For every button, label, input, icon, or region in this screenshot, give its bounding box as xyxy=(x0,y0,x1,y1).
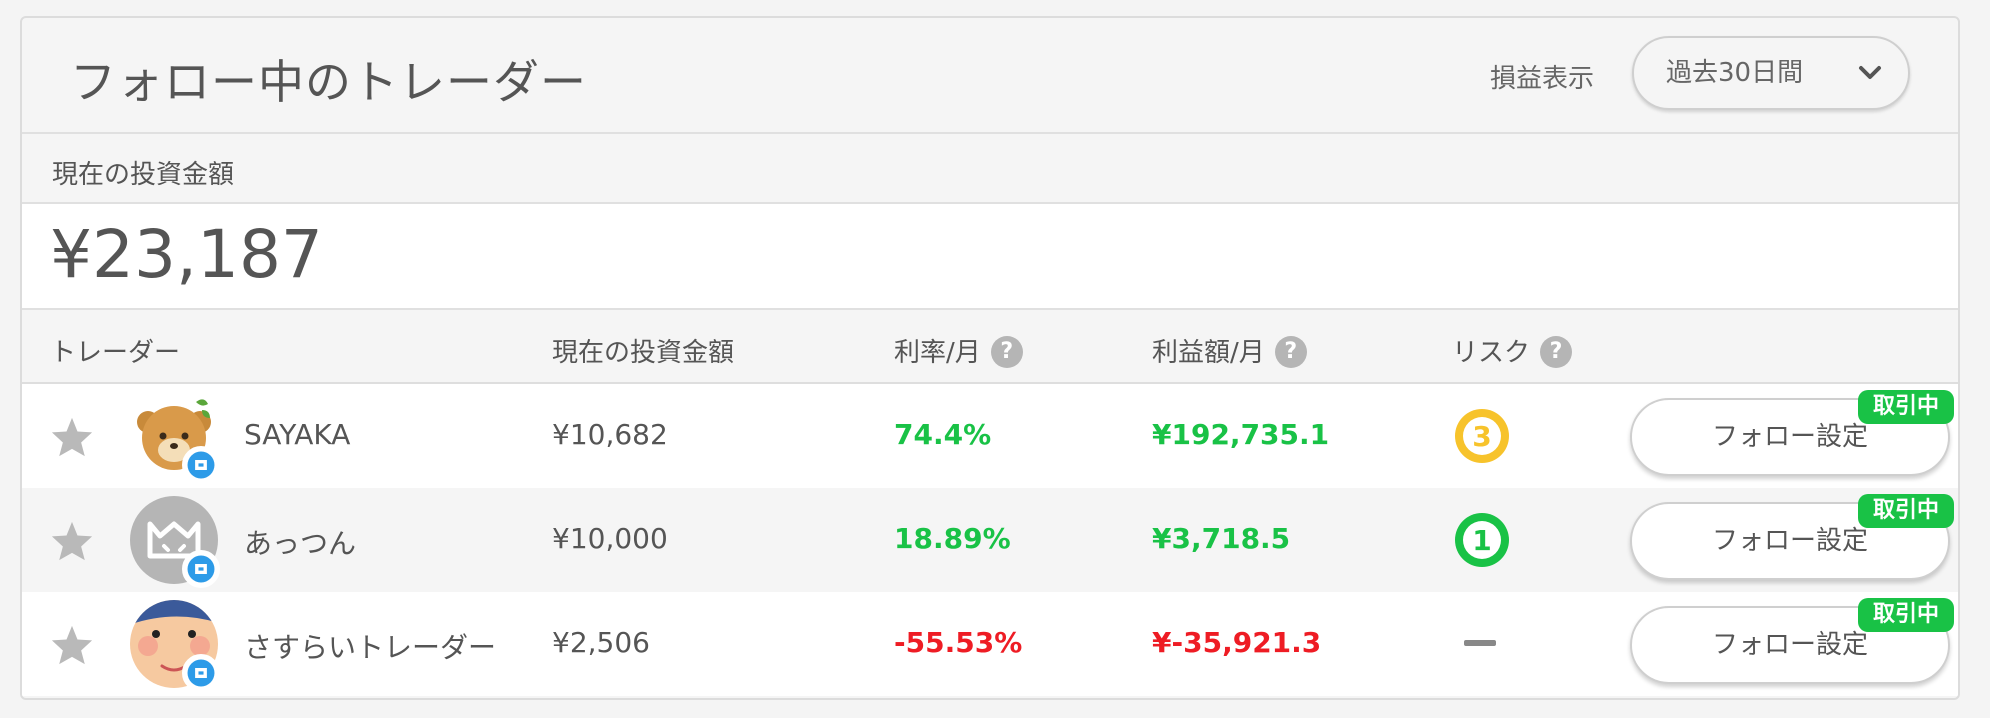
trader-rate: 18.89% xyxy=(894,522,1011,555)
col-profit-label: 利益額/月 xyxy=(1152,338,1265,368)
trader-name[interactable]: あっつん xyxy=(244,522,356,562)
trader-investment: ¥10,682 xyxy=(552,418,668,451)
col-risk-label: リスク xyxy=(1452,338,1531,368)
table-row: さすらいトレーダー ¥2,506 -55.53% ¥-35,921.3 フォロー… xyxy=(22,592,1958,696)
col-risk: リスク? xyxy=(1452,332,1573,370)
col-rate: 利率/月? xyxy=(894,332,1023,370)
investment-total: ¥23,187 xyxy=(50,216,323,293)
profit-help-icon[interactable]: ? xyxy=(1274,335,1307,368)
panel-header: フォロー中のトレーダー 損益表示 過去30日間 xyxy=(22,18,1958,134)
following-traders-panel: フォロー中のトレーダー 損益表示 過去30日間 現在の投資金額 ¥23,187 … xyxy=(20,16,1960,700)
table-row: あっつん ¥10,000 18.89% ¥3,718.5 1 フォロー設定 取引… xyxy=(22,488,1958,592)
copy-trade-icon xyxy=(182,446,220,484)
col-rate-label: 利率/月 xyxy=(894,338,981,368)
trader-investment: ¥10,000 xyxy=(552,522,668,555)
trader-rate: -55.53% xyxy=(894,626,1023,659)
col-profit: 利益額/月? xyxy=(1152,332,1307,370)
table-row: SAYAKA ¥10,682 74.4% ¥192,735.1 3 フォロー設定… xyxy=(22,384,1958,488)
trader-investment: ¥2,506 xyxy=(552,626,650,659)
risk-level-1-icon: 1 xyxy=(1455,513,1509,567)
trader-name[interactable]: SAYAKA xyxy=(244,418,350,451)
period-select-value: 過去30日間 xyxy=(1666,58,1804,88)
col-trader: トレーダー xyxy=(50,338,181,368)
investment-label: 現在の投資金額 xyxy=(52,160,235,190)
chevron-down-icon xyxy=(1859,66,1881,79)
trader-profit: ¥-35,921.3 xyxy=(1152,626,1322,659)
pnl-display-label: 損益表示 xyxy=(1490,64,1595,94)
trader-rate: 74.4% xyxy=(894,418,992,451)
copy-trade-icon xyxy=(182,654,220,692)
risk-level-3-icon: 3 xyxy=(1455,409,1509,463)
investment-total-row: ¥23,187 xyxy=(22,204,1958,310)
trader-name[interactable]: さすらいトレーダー xyxy=(244,626,496,666)
star-icon[interactable] xyxy=(50,416,94,458)
table-header: トレーダー 現在の投資金額 利率/月? 利益額/月? リスク? xyxy=(22,310,1958,384)
trader-profit: ¥192,735.1 xyxy=(1152,418,1330,451)
star-icon[interactable] xyxy=(50,520,94,562)
risk-level-value: 1 xyxy=(1472,524,1491,557)
investment-label-row: 現在の投資金額 xyxy=(22,134,1958,204)
period-select[interactable]: 過去30日間 xyxy=(1632,36,1910,110)
col-investment: 現在の投資金額 xyxy=(552,338,735,368)
risk-help-icon[interactable]: ? xyxy=(1540,335,1573,368)
rate-help-icon[interactable]: ? xyxy=(990,335,1023,368)
trader-profit: ¥3,718.5 xyxy=(1152,522,1291,555)
trading-status-badge: 取引中 xyxy=(1858,390,1954,424)
page-title: フォロー中のトレーダー xyxy=(70,55,587,109)
risk-level-value: 3 xyxy=(1472,420,1491,453)
star-icon[interactable] xyxy=(50,624,94,666)
trading-status-badge: 取引中 xyxy=(1858,494,1954,528)
copy-trade-icon xyxy=(182,550,220,588)
trading-status-badge: 取引中 xyxy=(1858,598,1954,632)
risk-none-dash-icon xyxy=(1464,640,1496,646)
